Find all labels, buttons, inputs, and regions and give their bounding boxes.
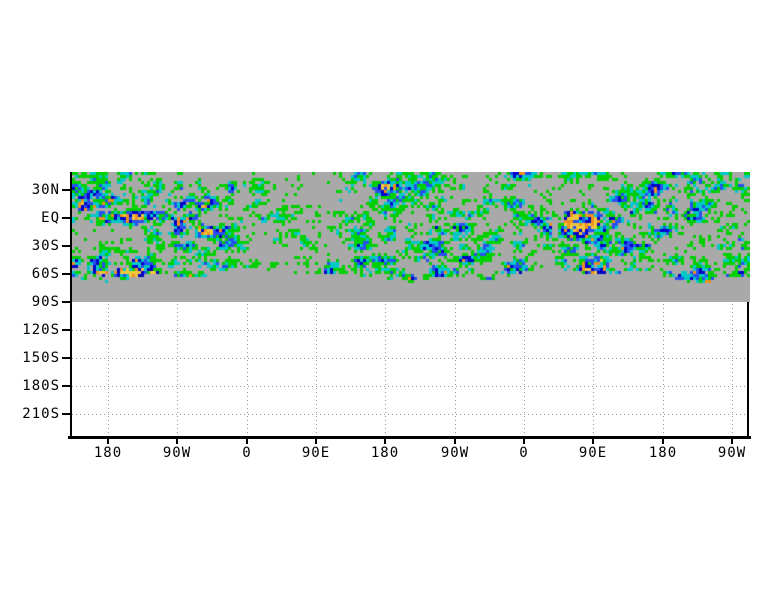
y-axis-tick-label: 180S [22,378,60,394]
x-axis-tick-label: 180 [370,445,400,461]
heatmap-canvas [72,172,750,302]
x-axis-tick-label: 90W [717,445,747,461]
x-axis-tick [246,439,248,444]
gridline-horizontal [72,358,746,359]
y-axis-tick-label: EQ [41,210,60,226]
y-axis-tick-label: 30N [31,182,60,198]
gridline-vertical [108,304,109,435]
x-axis-tick-label: 0 [242,445,252,461]
gridline-vertical [177,304,178,435]
y-axis-tick-label: 150S [22,350,60,366]
x-axis-tick [176,439,178,444]
y-axis-tick [62,385,70,387]
x-axis-tick [384,439,386,444]
x-axis-tick-label: 180 [648,445,678,461]
y-axis-tick [62,217,70,219]
y-axis-tick-label: 90S [31,294,60,310]
y-axis-tick [62,329,70,331]
x-axis-tick [454,439,456,444]
x-axis-tick [592,439,594,444]
x-axis-tick-label: 90E [578,445,608,461]
y-axis-tick [62,413,70,415]
y-axis-tick-label: 120S [22,322,60,338]
x-axis-tick [315,439,317,444]
y-axis-tick [62,357,70,359]
x-axis-tick [662,439,664,444]
x-axis-tick-label: 90E [301,445,331,461]
gridline-vertical [663,304,664,435]
y-axis-tick [62,189,70,191]
x-axis-tick [107,439,109,444]
y-axis-tick [62,273,70,275]
grads-plot-figure: 30N EQ 30S 60S 90S 120S 150S 180S 210S 180 90W 0 90E… [0,0,784,612]
x-axis-tick [731,439,733,444]
axes-decorations: 30N EQ 30S 60S 90S 120S 150S 180S 210S 180 90W 0 90E… [0,0,784,612]
gridline-vertical [732,304,733,435]
x-axis-tick-label: 90W [162,445,192,461]
x-axis-tick [523,439,525,444]
x-axis-tick-label: 0 [519,445,529,461]
gridline-vertical [247,304,248,435]
y-axis-tick-label: 210S [22,406,60,422]
y-axis-tick [62,245,70,247]
gridline-horizontal [72,330,746,331]
x-axis-tick-label: 180 [93,445,123,461]
gridline-horizontal [72,414,746,415]
gridline-vertical [385,304,386,435]
gridline-horizontal [72,386,746,387]
x-axis-tick-label: 90W [440,445,470,461]
y-axis-tick [62,301,70,303]
gridline-vertical [593,304,594,435]
y-axis-tick-label: 60S [31,266,60,282]
gridline-vertical [316,304,317,435]
y-axis-tick-label: 30S [31,238,60,254]
gridline-vertical [524,304,525,435]
gridline-vertical [455,304,456,435]
